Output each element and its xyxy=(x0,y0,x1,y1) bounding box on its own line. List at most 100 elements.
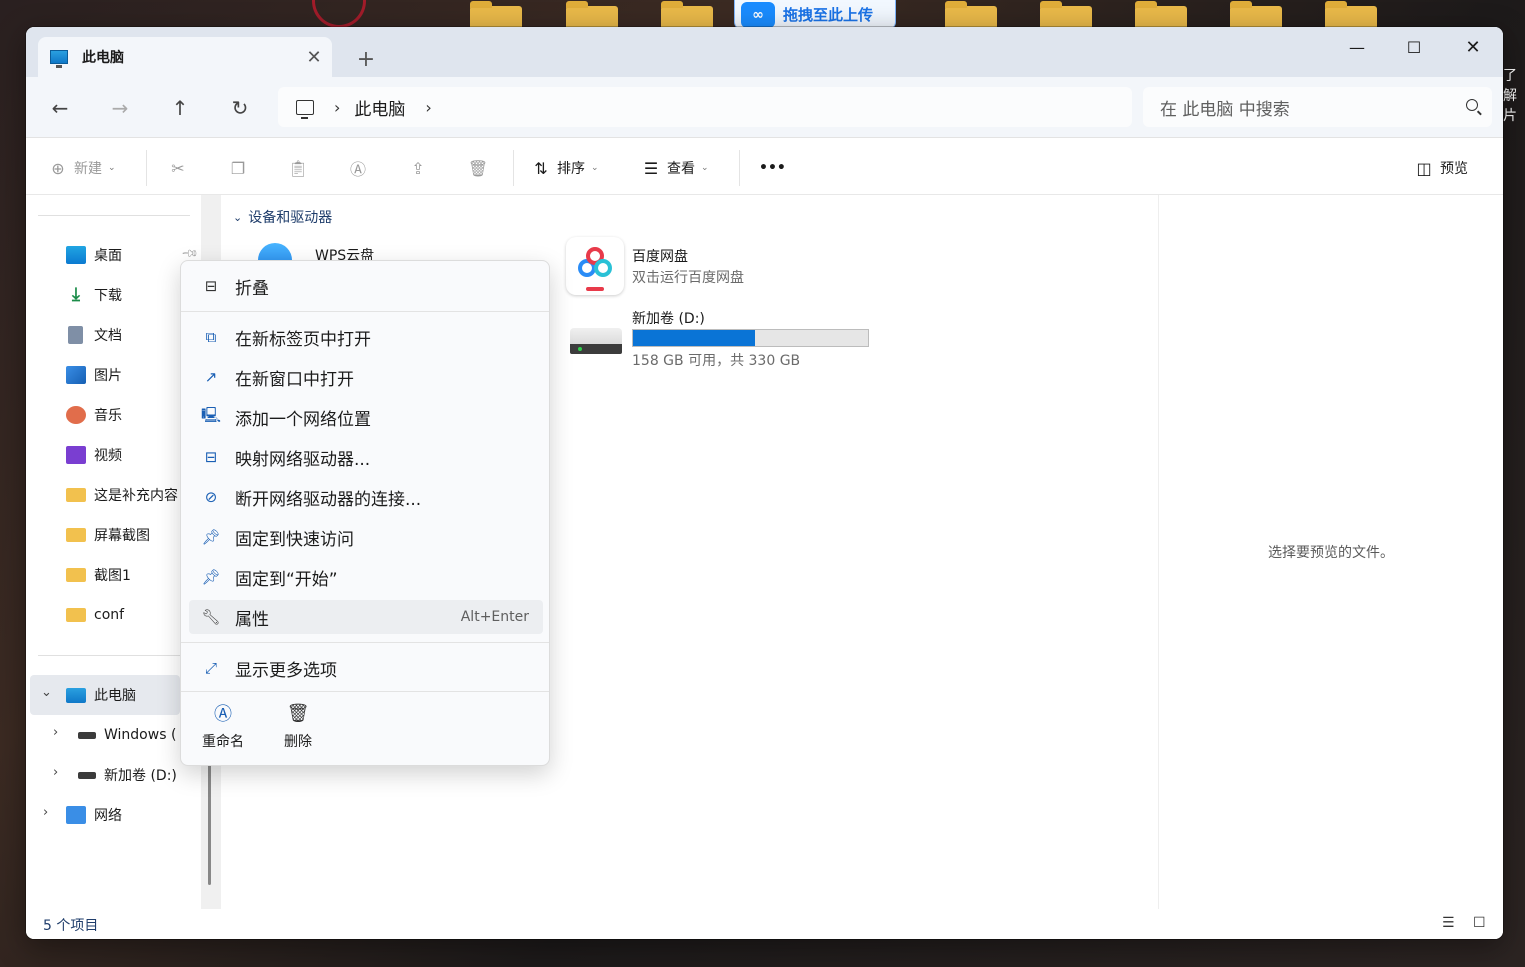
menu-separator xyxy=(181,642,549,643)
details-view-icon[interactable]: ☰ xyxy=(1442,915,1460,931)
new-tab-button[interactable]: + xyxy=(352,45,380,73)
scissors-icon: ✂ xyxy=(171,158,185,178)
close-button[interactable]: ✕ xyxy=(1450,33,1496,61)
tiles-view-icon[interactable]: ☐ xyxy=(1473,915,1491,931)
preview-pane-button[interactable]: ◫ 预览 xyxy=(1414,154,1468,182)
sidebar-divider xyxy=(38,215,190,216)
copy-button[interactable]: ❐ xyxy=(228,154,248,182)
toolbar-divider xyxy=(739,150,740,186)
chevron-down-icon: ⌄ xyxy=(701,163,709,173)
shortcut-hint: Alt+Enter xyxy=(460,609,529,625)
baidu-netdisk-icon[interactable] xyxy=(566,237,624,295)
navigation-bar: ← → ↑ ↻ › 此电脑 › 在 此电脑 中搜索 xyxy=(26,77,1503,137)
sidebar-item-windows-drive[interactable]: Windows ( xyxy=(78,721,176,749)
menu-item-open-new-window[interactable]: ↗ 在新窗口中打开 xyxy=(189,360,543,394)
menu-item-label: 断开网络驱动器的连接... xyxy=(235,489,422,510)
rename-button[interactable]: Ⓐ xyxy=(348,154,368,182)
desktop-folder-icon[interactable] xyxy=(566,1,618,28)
sidebar-item-this-pc[interactable]: 此电脑 xyxy=(66,681,136,709)
desktop-folder-icon[interactable] xyxy=(1230,1,1282,28)
menu-item-add-network-location[interactable]: 🖳︎ 添加一个网络位置 xyxy=(189,400,543,434)
new-button[interactable]: ⊕ 新建 ⌄ xyxy=(48,154,115,182)
sort-label: 排序 xyxy=(557,161,585,177)
refresh-button[interactable]: ↻ xyxy=(225,93,255,123)
delete-button[interactable]: 🗑︎ xyxy=(468,154,488,182)
menu-item-map-network-drive[interactable]: ⊟ 映射网络驱动器... xyxy=(189,440,543,474)
forward-button[interactable]: → xyxy=(105,93,135,123)
sidebar-item-folder[interactable]: conf xyxy=(66,601,124,629)
minimize-button[interactable]: — xyxy=(1334,33,1380,61)
menu-item-properties[interactable]: 🔧︎ 属性 Alt+Enter xyxy=(189,600,543,634)
cut-button[interactable]: ✂ xyxy=(168,154,188,182)
paste-button[interactable]: 📋︎ xyxy=(288,154,308,182)
view-button[interactable]: ☰ 查看 ⌄ xyxy=(641,154,709,182)
sidebar-item-folder[interactable]: 这是补充内容 xyxy=(66,481,178,509)
desktop-folder-icon[interactable] xyxy=(1040,1,1092,28)
chevron-down-icon: ⌄ xyxy=(591,163,599,173)
menu-item-disconnect-network-drive[interactable]: ⊘ 断开网络驱动器的连接... xyxy=(189,480,543,514)
tab-close-icon[interactable]: ✕ xyxy=(304,47,324,68)
chevron-right-icon[interactable]: › xyxy=(53,765,58,780)
menu-item-label: 属性 xyxy=(235,609,269,630)
up-button[interactable]: ↑ xyxy=(165,93,195,123)
desktop-icon xyxy=(66,246,86,264)
sidebar-item-desktop[interactable]: 桌面 xyxy=(66,241,122,269)
back-button[interactable]: ← xyxy=(45,93,75,123)
baidu-netdisk-name[interactable]: 百度网盘 xyxy=(632,246,688,266)
chevron-right-icon[interactable]: › xyxy=(43,805,48,820)
baidu-logo-ring xyxy=(594,259,612,277)
menu-item-pin-start[interactable]: 📌︎ 固定到“开始” xyxy=(189,560,543,594)
sort-button[interactable]: ⇅ 排序 ⌄ xyxy=(531,154,599,182)
more-options-button[interactable]: ••• xyxy=(759,154,786,182)
trash-icon: 🗑︎ xyxy=(286,702,310,724)
breadcrumb-this-pc[interactable]: 此电脑 xyxy=(354,95,405,120)
menu-item-collapse[interactable]: ⊟ 折叠 xyxy=(189,269,543,303)
desktop-folder-icon[interactable] xyxy=(945,1,997,28)
drive-usage-bar xyxy=(632,329,869,347)
quick-action-delete[interactable]: 🗑︎ 删除 xyxy=(263,701,333,757)
disconnect-drive-icon: ⊘ xyxy=(204,488,218,506)
sidebar-item-pictures[interactable]: 图片 xyxy=(66,361,122,389)
sidebar-item-videos[interactable]: 视频 xyxy=(66,441,122,469)
open-new-window-icon: ↗ xyxy=(204,368,218,386)
sidebar-divider xyxy=(38,655,190,656)
chevron-down-icon: ⌄ xyxy=(233,210,243,224)
tab-title: 此电脑 xyxy=(82,50,124,66)
chevron-down-icon[interactable]: ⌄ xyxy=(41,685,52,700)
sidebar-item-label: 音乐 xyxy=(94,408,122,424)
sidebar-item-d-drive[interactable]: 新加卷 (D:) xyxy=(78,761,177,789)
view-label: 查看 xyxy=(667,161,695,177)
menu-item-open-new-tab[interactable]: ⧉ 在新标签页中打开 xyxy=(189,320,543,354)
desktop-folder-icon[interactable] xyxy=(661,1,713,28)
address-bar[interactable]: › 此电脑 › xyxy=(278,87,1132,127)
desktop-folder-icon[interactable] xyxy=(1325,1,1377,28)
sidebar-item-downloads[interactable]: ⤓ 下载 xyxy=(66,281,122,309)
quick-action-rename[interactable]: Ⓐ 重命名 xyxy=(188,701,258,757)
search-input[interactable]: 在 此电脑 中搜索 xyxy=(1143,87,1492,127)
network-icon xyxy=(66,806,86,824)
group-header[interactable]: ⌄ 设备和驱动器 xyxy=(233,207,332,227)
maximize-button[interactable]: ☐ xyxy=(1391,33,1437,61)
share-button[interactable]: ⇪ xyxy=(408,154,428,182)
menu-item-show-more[interactable]: ⤢ 显示更多选项 xyxy=(189,651,543,685)
chevron-right-icon[interactable]: › xyxy=(53,725,58,740)
menu-item-pin-quick-access[interactable]: 📌︎ 固定到快速访问 xyxy=(189,520,543,554)
chevron-right-icon[interactable]: › xyxy=(334,98,340,117)
chevron-right-icon[interactable]: › xyxy=(425,98,431,117)
d-drive-name[interactable]: 新加卷 (D:) xyxy=(632,308,705,328)
search-icon[interactable] xyxy=(1466,99,1478,111)
sidebar-item-label: 桌面 xyxy=(94,248,122,264)
upload-drop-banner[interactable]: ∞ 拖拽至此上传 xyxy=(734,0,896,30)
sidebar-item-network[interactable]: 网络 xyxy=(66,801,122,829)
status-bar: 5 个项目 ☰ ☐ xyxy=(26,909,1503,939)
sidebar-item-music[interactable]: 音乐 xyxy=(66,401,122,429)
desktop-folder-icon[interactable] xyxy=(470,1,522,28)
sidebar-item-label: 屏幕截图 xyxy=(94,528,150,544)
sidebar-item-folder[interactable]: 屏幕截图 xyxy=(66,521,150,549)
sidebar-item-documents[interactable]: 文档 xyxy=(66,321,122,349)
tab-this-pc[interactable]: 此电脑 ✕ xyxy=(38,37,332,77)
upload-banner-label: 拖拽至此上传 xyxy=(783,6,874,24)
sidebar-item-folder[interactable]: 截图1 xyxy=(66,561,131,589)
desktop-folder-icon[interactable] xyxy=(1135,1,1187,28)
hard-drive-icon[interactable] xyxy=(570,328,622,354)
